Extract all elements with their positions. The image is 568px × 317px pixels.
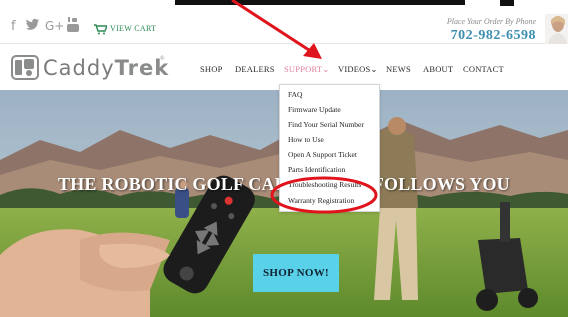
nav-dealers[interactable]: DEALERS [235,64,275,74]
menu-item-parts-identification[interactable]: Parts Identification [288,165,345,174]
chevron-down-icon: ⌄ [322,64,330,74]
menu-item-troubleshooting-results[interactable]: Troubleshooting Results [288,180,361,189]
nav-shop[interactable]: SHOP [200,64,223,74]
phone-number[interactable]: 702-982-6598 [451,28,536,44]
facebook-icon[interactable]: f [11,20,16,33]
view-cart-link[interactable]: VIEW CART [110,24,156,33]
menu-item-open-support-ticket[interactable]: Open A Support Ticket [288,150,357,159]
twitter-icon[interactable] [26,18,40,34]
menu-item-firmware-update[interactable]: Firmware Update [288,105,341,114]
menu-item-how-to-use[interactable]: How to Use [288,135,324,144]
shop-now-button[interactable]: SHOP NOW! [253,254,339,292]
social-bar: f G+ VIEW CART Place Your Order By Phone… [0,6,568,50]
registered-mark: ® [160,56,165,62]
top-black-bar [175,0,465,5]
nav-support-label: SUPPORT [284,64,323,74]
caddytrek-logo-icon[interactable] [11,55,39,80]
nav-videos-label: VIDEOS [338,64,371,74]
logo-wordmark[interactable]: CaddyTrek [43,56,169,80]
menu-item-find-serial-number[interactable]: Find Your Serial Number [288,120,364,129]
support-dropdown-menu: FAQ Firmware Update Find Your Serial Num… [279,84,380,212]
logo-caddy-text: Caddy [43,56,115,80]
google-plus-icon[interactable]: G+ [45,20,64,33]
nav-contact[interactable]: CONTACT [463,64,504,74]
menu-item-faq[interactable]: FAQ [288,90,302,99]
menu-item-warranty-registration[interactable]: Warranty Registration [288,196,354,205]
chevron-down-icon: ⌄ [370,64,378,74]
nav-news[interactable]: NEWS [386,64,411,74]
cart-icon[interactable] [94,22,109,35]
nav-about[interactable]: ABOUT [423,64,453,74]
nav-support[interactable]: SUPPORT⌄ [284,64,330,75]
order-prompt: Place Your Order By Phone [446,17,536,26]
nav-videos[interactable]: VIDEOS⌄ [338,64,378,75]
youtube-icon[interactable] [67,17,79,36]
